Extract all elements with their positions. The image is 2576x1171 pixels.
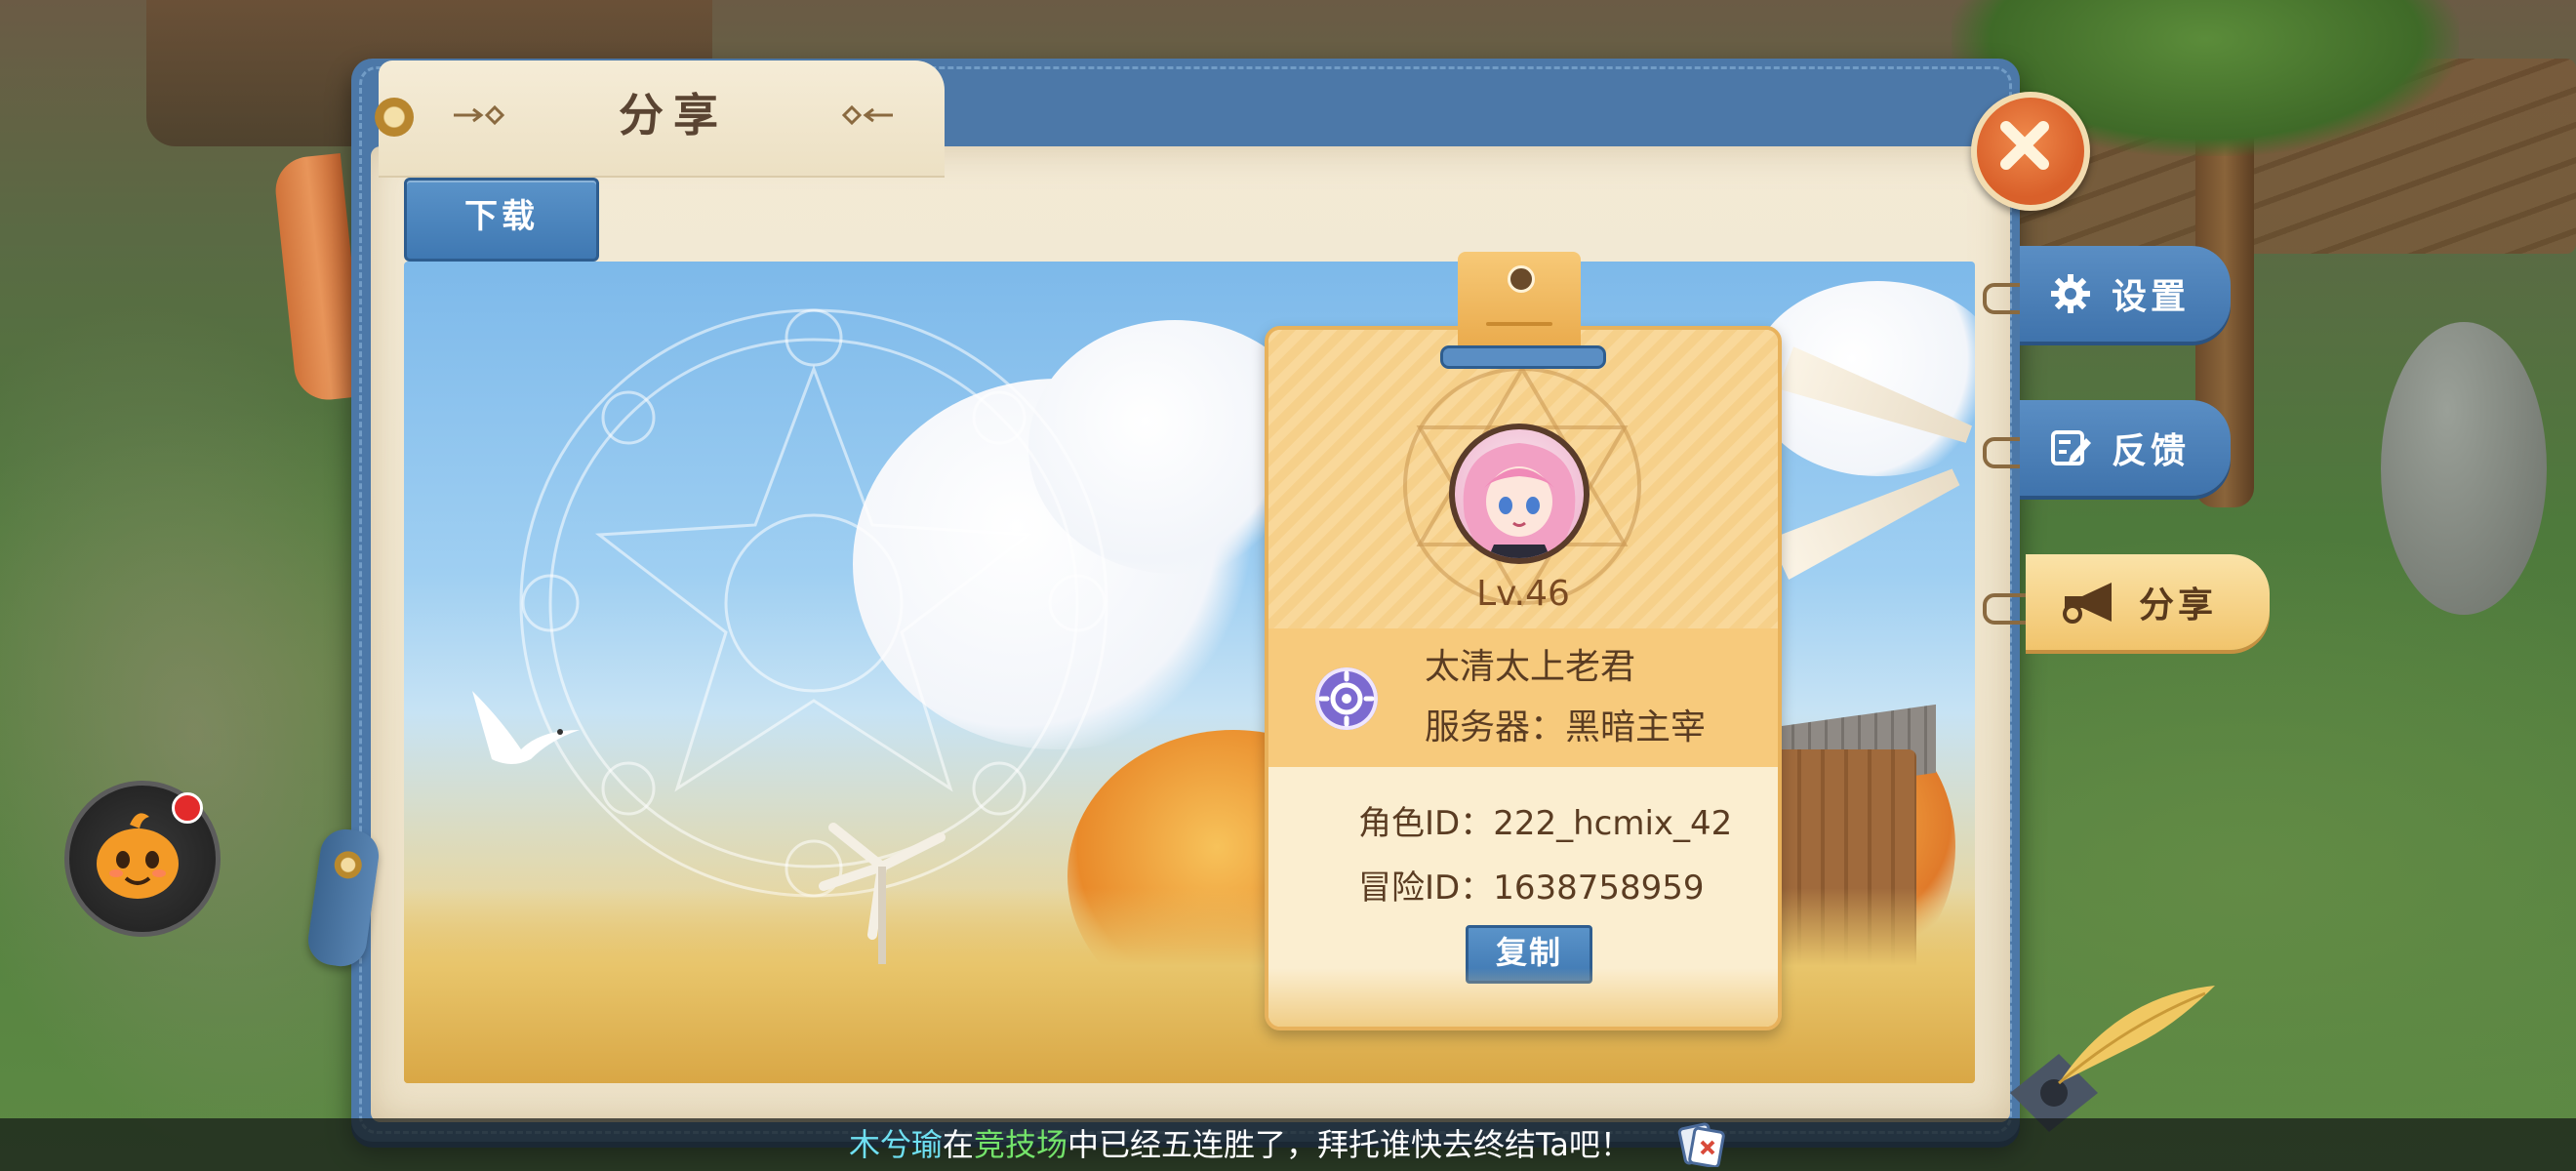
server-name: 服务器：黑暗主宰 — [1425, 707, 1707, 747]
broadcast-message: 木兮瑜在竞技场中已经五连胜了，拜托谁快去终结Ta吧！ — [849, 1122, 1631, 1167]
title-ornament-left — [454, 105, 505, 125]
profile-card: Lv.46 太清太上老君 服务器：黑暗主宰 角色ID：222_hcmix_42 … — [1265, 326, 1782, 1030]
battle-card-icon[interactable] — [1676, 1122, 1725, 1167]
quill-inkwell-decoration — [2010, 986, 2215, 1132]
title-ornament-right — [841, 105, 893, 125]
broadcast-text: 在 — [943, 1126, 975, 1163]
tab-share-active[interactable]: 分享 — [2026, 554, 2270, 650]
panel-title: 分享 — [619, 89, 728, 141]
close-button[interactable] — [1971, 92, 2090, 211]
avatar — [1449, 424, 1590, 564]
card-footer — [1268, 968, 1778, 1027]
server-icon — [1315, 667, 1378, 730]
tab-feedback-label: 反馈 — [2112, 431, 2191, 471]
hanger-clip — [1440, 345, 1606, 369]
role-id: 角色ID：222_hcmix_42 — [1358, 804, 1733, 843]
binder-ring — [375, 98, 414, 137]
tab-settings-label: 设置 — [2112, 277, 2191, 317]
adventure-id: 冒险ID：1638758959 — [1358, 868, 1705, 908]
character-portrait — [1463, 443, 1576, 558]
gear-icon — [2049, 272, 2092, 315]
broadcast-text: 中已经五连胜了，拜托谁快去终结Ta吧！ — [1067, 1126, 1631, 1163]
windmill — [819, 823, 946, 964]
download-button[interactable]: 下载 — [404, 178, 599, 262]
close-icon — [2000, 121, 2049, 170]
player-level: Lv.46 — [1476, 574, 1570, 614]
horn-icon — [2061, 581, 2119, 624]
broadcast-player-name[interactable]: 木兮瑜 — [849, 1126, 943, 1163]
edit-icon — [2049, 426, 2092, 469]
hanger-slot — [1486, 322, 1552, 326]
hanger-hole — [1508, 265, 1535, 293]
tab-settings[interactable]: 设置 — [2020, 246, 2231, 342]
card-header: Lv.46 — [1268, 330, 1778, 628]
seagull — [472, 691, 580, 764]
tab-share-label: 分享 — [2139, 586, 2218, 626]
notification-dot — [172, 792, 203, 824]
rock — [2381, 322, 2547, 615]
broadcast-arena-link[interactable]: 竞技场 — [974, 1126, 1067, 1163]
tab-feedback[interactable]: 反馈 — [2020, 400, 2231, 496]
player-name: 太清太上老君 — [1425, 647, 1636, 687]
